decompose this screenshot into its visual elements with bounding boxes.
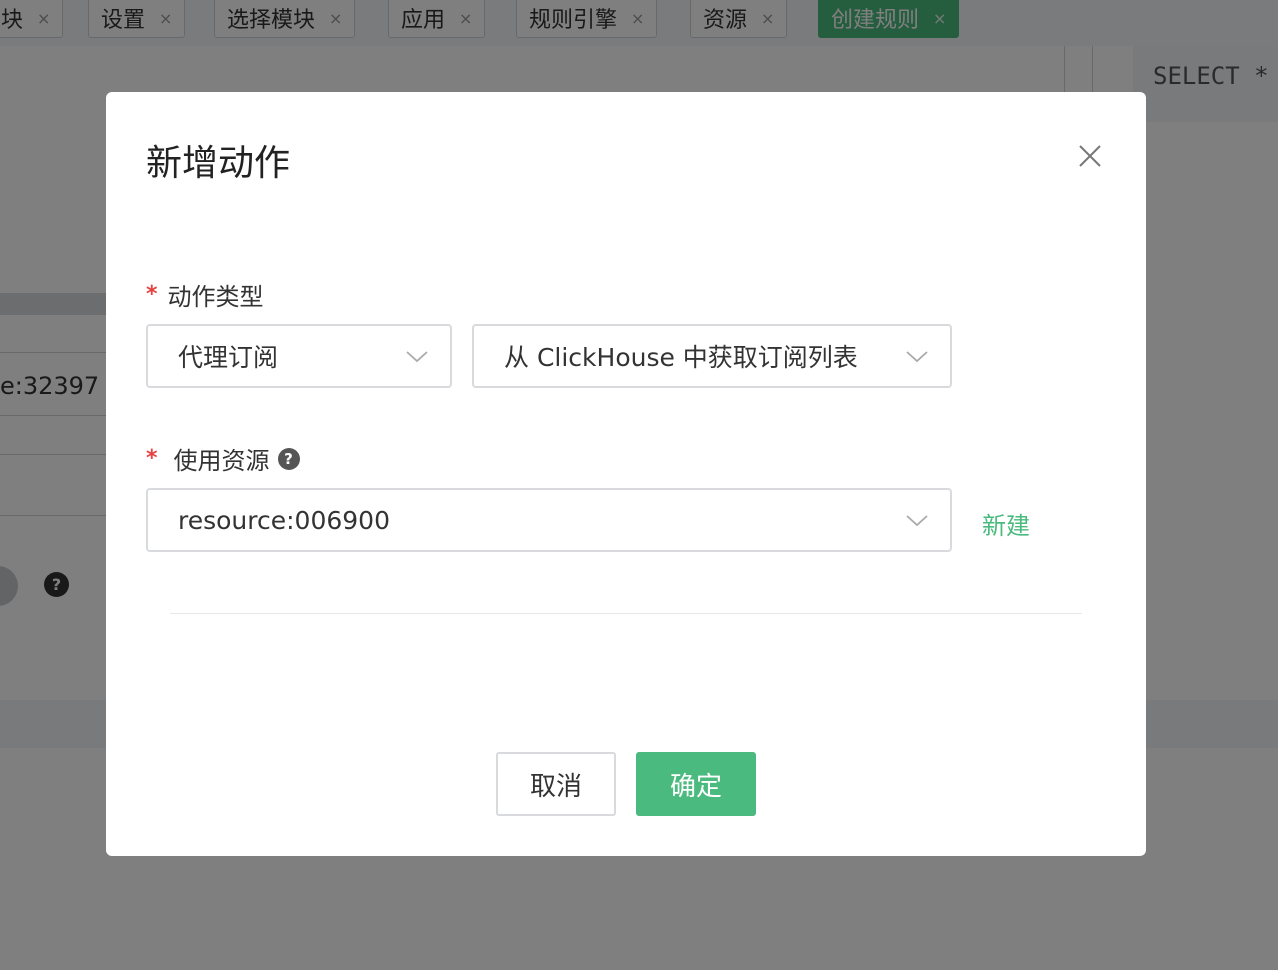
chevron-down-icon <box>406 351 428 363</box>
dialog-title: 新增动作 <box>146 143 291 184</box>
divider <box>170 613 1082 614</box>
action-type-label-row: * 动作类型 <box>146 277 264 312</box>
action-category-value: 代理订阅 <box>178 343 279 372</box>
close-icon <box>1079 145 1101 167</box>
resource-select[interactable]: resource:006900 <box>146 488 952 552</box>
resource-value: resource:006900 <box>178 505 390 535</box>
action-type-label: 动作类型 <box>167 283 264 311</box>
action-value: 从 ClickHouse 中获取订阅列表 <box>504 343 858 372</box>
resource-label-row: * 使用资源 ? <box>146 441 300 476</box>
confirm-button[interactable]: 确定 <box>636 752 756 816</box>
resource-label: 使用资源 <box>173 447 270 475</box>
required-mark: * <box>146 282 158 307</box>
add-action-dialog: 新增动作 * 动作类型 代理订阅 从 ClickHouse 中获取订阅列表 * <box>106 92 1146 856</box>
cancel-button[interactable]: 取消 <box>496 752 616 816</box>
action-select[interactable]: 从 ClickHouse 中获取订阅列表 <box>472 324 952 388</box>
new-resource-link[interactable]: 新建 <box>982 506 1030 541</box>
close-button[interactable] <box>1074 140 1106 172</box>
action-category-select[interactable]: 代理订阅 <box>146 324 452 388</box>
page: 块 × 设置 × 选择模块 × 应用 × 规则引擎 × 资源 × 创建规则 × … <box>0 0 1278 970</box>
help-icon[interactable]: ? <box>277 447 300 470</box>
chevron-down-icon <box>906 351 928 363</box>
required-mark: * <box>146 446 158 471</box>
chevron-down-icon <box>906 515 928 527</box>
